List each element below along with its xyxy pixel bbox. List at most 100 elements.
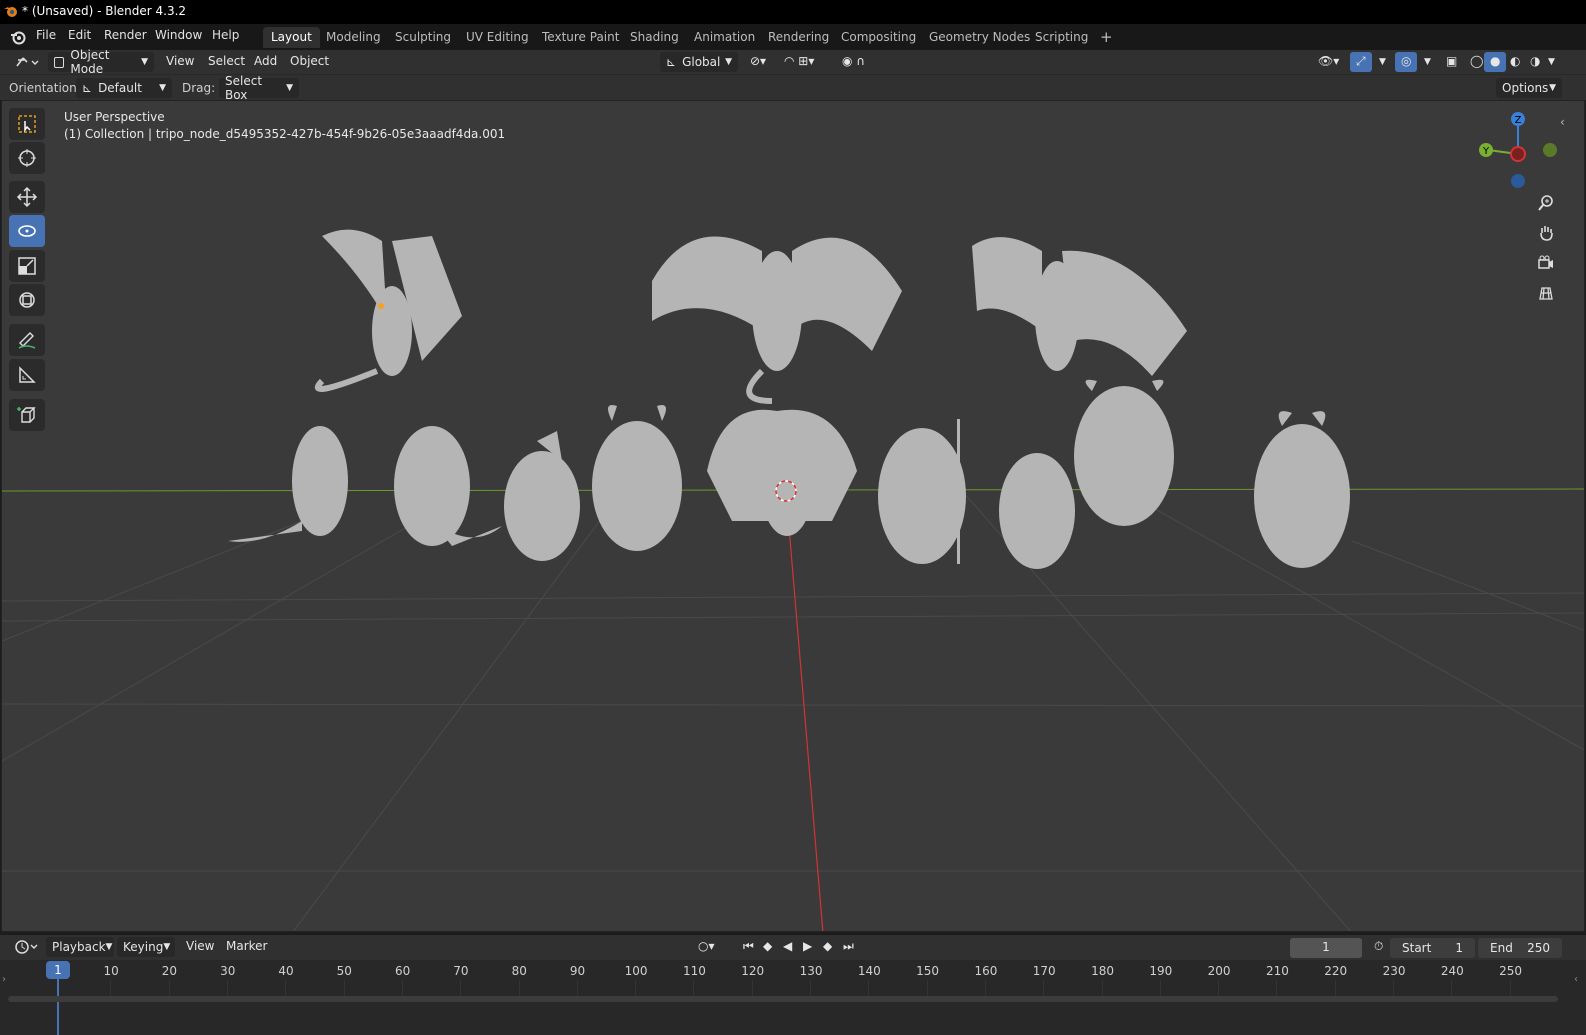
pivot-point-icon[interactable]: ⊘▾	[744, 52, 772, 72]
play-icon[interactable]: ▶	[797, 937, 818, 957]
transform-tool-icon[interactable]	[9, 284, 45, 316]
snap-icon[interactable]: ◠ ⊞▾	[778, 52, 820, 72]
proportional-edit-icon[interactable]: ◉ ∩	[836, 52, 871, 72]
move-tool-icon[interactable]	[9, 181, 45, 213]
header-menu-view[interactable]: View	[160, 52, 200, 72]
mode-label: Object Mode	[70, 48, 110, 76]
rotate-tool-icon[interactable]	[9, 215, 45, 247]
object-mode-icon	[54, 56, 65, 68]
header-menu-add[interactable]: Add	[248, 52, 283, 72]
tab-scripting[interactable]: Scripting	[1027, 27, 1096, 48]
tab-geometry-nodes[interactable]: Geometry Nodes	[921, 27, 1038, 48]
title-bar: * (Unsaved) - Blender 4.3.2	[0, 0, 1586, 24]
playback-label: Playback	[52, 940, 106, 954]
3d-viewport[interactable]: User Perspective (1) Collection | tripo_…	[1, 100, 1585, 932]
play-reverse-icon[interactable]: ◀	[777, 937, 798, 957]
editor-type-icon[interactable]	[8, 52, 42, 72]
drag-dropdown[interactable]: Select Box ▼	[219, 74, 299, 102]
frame-tick-label: 60	[394, 964, 411, 978]
tab-uv-editing[interactable]: UV Editing	[458, 27, 537, 48]
stopwatch-icon[interactable]: ⏱	[1368, 937, 1389, 957]
add-workspace-icon[interactable]: +	[1092, 25, 1121, 46]
visibility-icon[interactable]: 👁▾	[1312, 52, 1345, 72]
frame-tick-label: 180	[1091, 964, 1114, 978]
header-menu-select[interactable]: Select	[202, 52, 251, 72]
frame-tick-label: 230	[1382, 964, 1406, 978]
menu-help[interactable]: Help	[212, 28, 239, 42]
chevron-down-icon: ▼	[286, 83, 293, 93]
scale-tool-icon[interactable]	[9, 250, 45, 282]
chevron-down-icon[interactable]: ▼	[1542, 55, 1561, 75]
chevron-down-icon: ▼	[141, 57, 148, 67]
keying-menu[interactable]: Keying ▼	[117, 937, 175, 957]
tab-shading[interactable]: Shading	[622, 27, 687, 48]
timeline-menu-marker[interactable]: Marker	[220, 937, 273, 957]
menu-window[interactable]: Window	[155, 28, 202, 42]
menu-render[interactable]: Render	[104, 28, 147, 42]
playback-menu[interactable]: Playback ▼	[46, 937, 114, 957]
menu-file[interactable]: File	[36, 28, 56, 42]
measure-tool-icon[interactable]	[9, 359, 45, 391]
jump-end-icon[interactable]: ⏭	[837, 937, 860, 957]
sidebar-toggle-icon[interactable]: ‹	[1560, 115, 1565, 129]
next-keyframe-icon[interactable]: ◆	[817, 937, 838, 957]
auto-keying-icon[interactable]: ○▾	[692, 937, 721, 957]
chevron-down-icon[interactable]: ▼	[1418, 55, 1437, 75]
creature-model-7	[999, 453, 1075, 569]
frame-tick-label: 140	[857, 964, 881, 978]
camera-icon[interactable]	[1533, 250, 1559, 276]
orientation-axes-icon: ⊾	[666, 55, 677, 69]
gizmo-x-neg-icon	[1510, 146, 1526, 162]
current-frame-field[interactable]: 1	[1290, 938, 1362, 958]
previous-keyframe-icon[interactable]: ◆	[757, 937, 778, 957]
end-frame-field[interactable]: End 250	[1478, 938, 1562, 958]
frame-tick-label: 250	[1499, 964, 1523, 978]
chevron-down-icon[interactable]: ▼	[1373, 55, 1392, 75]
orientation-dropdown[interactable]: ⊾ Default ▼	[76, 78, 172, 98]
add-cube-tool-icon[interactable]	[9, 399, 45, 431]
tab-texture-paint[interactable]: Texture Paint	[534, 27, 627, 48]
transform-orientation-dropdown[interactable]: ⊾ Global ▼	[660, 52, 738, 72]
navigation-gizmo[interactable]: Z Y	[1470, 107, 1570, 197]
annotate-tool-icon[interactable]	[9, 324, 45, 356]
mode-dropdown[interactable]: Object Mode ▼	[48, 48, 154, 76]
creature-model-3	[504, 431, 580, 561]
tab-animation[interactable]: Animation	[686, 27, 763, 48]
chevron-down-icon: ▼	[163, 942, 171, 952]
timeline-area[interactable]: 1 10 20 30 40 50 60 70 80 90 100 110 120 130 140 150 16…	[0, 960, 1586, 1035]
creature-model-9	[1254, 411, 1350, 568]
cursor-tool-icon[interactable]	[9, 142, 45, 174]
tab-rendering[interactable]: Rendering	[760, 27, 837, 48]
svg-text:Y: Y	[1482, 146, 1490, 157]
chevron-left-icon[interactable]: ‹	[1574, 974, 1578, 985]
chevron-right-icon[interactable]: ›	[2, 974, 6, 985]
tab-sculpting[interactable]: Sculpting	[387, 27, 459, 48]
end-value: 250	[1527, 941, 1550, 955]
timeline-editor-type-icon[interactable]	[8, 937, 40, 957]
tab-compositing[interactable]: Compositing	[833, 27, 924, 48]
overlays-toggle-icon[interactable]: ◎	[1395, 52, 1418, 72]
pan-hand-icon[interactable]	[1533, 220, 1559, 246]
select-box-tool-icon[interactable]	[9, 108, 45, 140]
xray-toggle-icon[interactable]: ▣	[1440, 52, 1463, 72]
frame-tick-label: 170	[1032, 964, 1056, 978]
creature-model-4	[592, 405, 682, 551]
gizmo-toggle-icon[interactable]: ⤢	[1350, 52, 1372, 72]
options-dropdown[interactable]: Options ▼	[1496, 78, 1562, 98]
start-frame-field[interactable]: Start 1	[1390, 938, 1475, 958]
timeline-menu-view[interactable]: View	[180, 937, 220, 957]
menu-edit[interactable]: Edit	[68, 28, 91, 42]
blender-menu-icon[interactable]	[10, 29, 26, 45]
frame-tick-label: 50	[336, 964, 352, 978]
zoom-icon[interactable]	[1533, 190, 1559, 216]
playhead[interactable]: 1	[46, 961, 70, 979]
tab-layout[interactable]: Layout	[263, 27, 320, 48]
ortho-grid-icon[interactable]	[1533, 280, 1559, 306]
orientation-value: Default	[98, 81, 142, 95]
timeline-scrollbar[interactable]	[8, 996, 1558, 1002]
drag-label: Drag:	[182, 81, 216, 95]
start-label: Start	[1402, 941, 1432, 955]
header-menu-object[interactable]: Object	[284, 52, 335, 72]
drag-value: Select Box	[225, 74, 263, 102]
tab-modeling[interactable]: Modeling	[318, 27, 389, 48]
